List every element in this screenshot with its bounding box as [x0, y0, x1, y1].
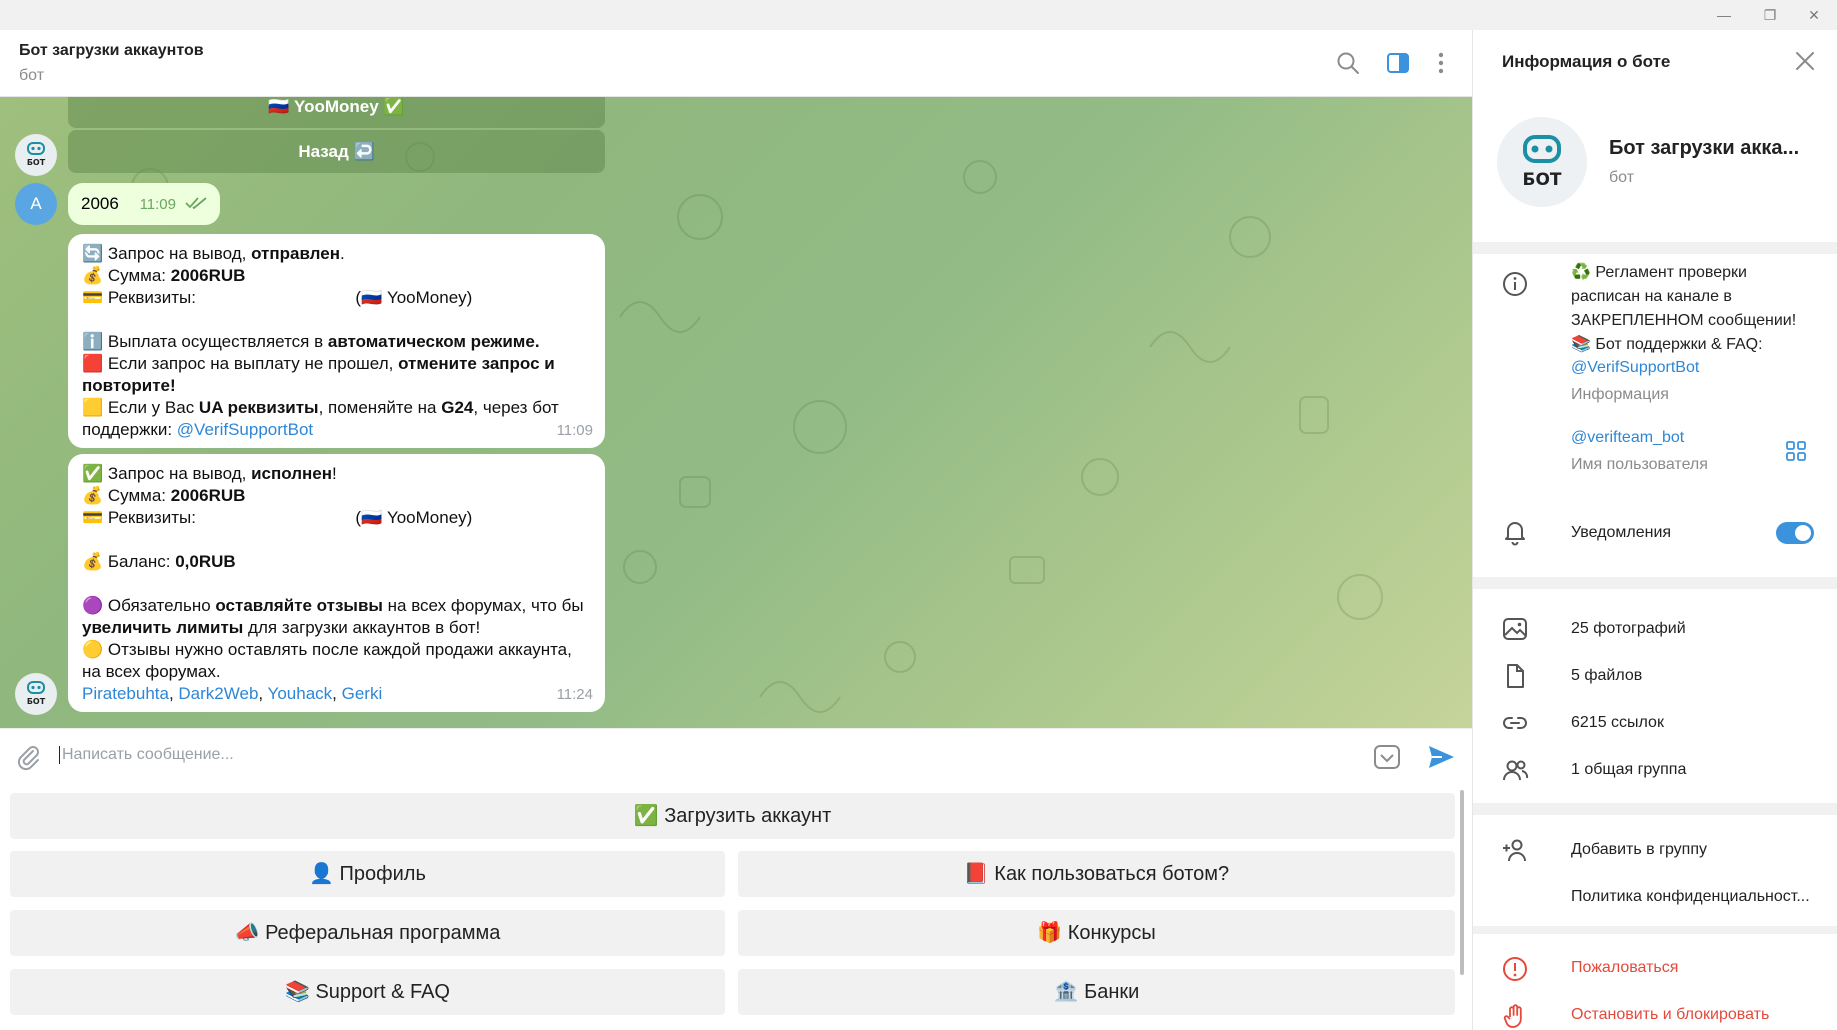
how-to-use-button[interactable]: 📕 Как пользоваться ботом?	[738, 851, 1455, 897]
photo-icon	[1503, 618, 1527, 640]
minimize-button[interactable]: —	[1701, 0, 1747, 30]
file-icon	[1507, 664, 1524, 688]
forum-link[interactable]: Dark2Web	[178, 684, 258, 703]
add-to-group-button[interactable]: Добавить в группу	[1571, 838, 1707, 862]
msg1-line6: 🟨 Если у Вас UA реквизиты, поменяйте на …	[82, 398, 559, 439]
bot-about: ♻️ Регламент проверки расписан на канале…	[1571, 264, 1797, 353]
close-icon[interactable]	[1792, 48, 1818, 74]
reply-keyboard: ✅ Загрузить аккаунт 👤 Профиль 📕 Как поль…	[0, 783, 1472, 1030]
chat-status: бот	[19, 67, 45, 84]
outgoing-message[interactable]: 2006 11:09	[68, 183, 220, 225]
banks-button[interactable]: 🏦 Банки	[738, 969, 1455, 1015]
msg2-line6: 🟡 Отзывы нужно оставлять после каждой пр…	[82, 640, 572, 681]
bot-robot-icon: БОТ	[27, 142, 46, 167]
add-user-icon	[1503, 839, 1526, 862]
forum-link[interactable]: Youhack	[268, 684, 333, 703]
username-caption: Имя пользователя	[1571, 456, 1708, 473]
upload-account-button[interactable]: ✅ Загрузить аккаунт	[10, 793, 1455, 839]
privacy-policy-link[interactable]: Политика конфиденциальност...	[1571, 885, 1810, 909]
chat-area[interactable]: 🇷🇺 YooMoney ✅ Назад ↩️ БОТ A 2006 11:09 …	[0, 97, 1472, 728]
msg1-line1: 🔄 Запрос на вывод, отправлен.	[82, 244, 345, 263]
support-bot-link[interactable]: @VerifSupportBot	[1571, 359, 1699, 377]
link-icon	[1503, 717, 1527, 729]
bot-profile-avatar[interactable]: БОТ	[1497, 117, 1587, 207]
bell-icon	[1505, 522, 1525, 546]
info-caption: Информация	[1571, 386, 1669, 403]
send-icon[interactable]	[1426, 742, 1456, 772]
contests-button[interactable]: 🎁 Конкурсы	[738, 910, 1455, 956]
bot-message-withdraw-done[interactable]: ✅ Запрос на вывод, исполнен! 💰 Сумма: 20…	[68, 454, 605, 712]
msg2-line5: 🟣 Обязательно оставляйте отзывы на всех …	[82, 596, 584, 637]
message-composer[interactable]: Написать сообщение...	[0, 728, 1472, 783]
msg2-time: 11:24	[556, 686, 593, 703]
forum-link[interactable]: Piratebuhta	[82, 684, 169, 703]
maximize-button[interactable]: ❐	[1747, 0, 1793, 30]
sidebar-toggle-icon[interactable]	[1385, 50, 1411, 76]
media-links[interactable]: 6215 ссылок	[1571, 711, 1664, 735]
notifications-toggle[interactable]	[1776, 522, 1814, 544]
msg1-line4: ℹ️ Выплата осуществляется в автоматическ…	[82, 332, 540, 351]
bot-info-panel: Информация о боте БОТ Бот загрузки акка.…	[1472, 30, 1837, 1030]
msg1-line2: 💰 Сумма: 2006RUB	[82, 266, 246, 285]
bot-avatar[interactable]: БОТ	[15, 673, 57, 715]
chat-title: Бот загрузки аккаунтов	[19, 42, 204, 59]
media-groups[interactable]: 1 общая группа	[1571, 758, 1686, 782]
report-icon	[1503, 957, 1527, 981]
stop-hand-icon	[1503, 1004, 1522, 1028]
inline-button-back[interactable]: Назад ↩️	[68, 130, 605, 173]
msg2-line3: 💳 Реквизиты: (🇷🇺 YooMoney)	[82, 508, 473, 528]
qr-code-icon[interactable]	[1785, 440, 1807, 462]
separator	[1473, 803, 1837, 815]
support-faq-button[interactable]: 📚 Support & FAQ	[10, 969, 725, 1015]
svg-text:БОТ: БОТ	[27, 697, 46, 706]
svg-text:БОТ: БОТ	[27, 158, 46, 167]
chat-header[interactable]: Бот загрузки аккаунтов бот	[0, 30, 1472, 97]
bot-message-withdraw-sent[interactable]: 🔄 Запрос на вывод, отправлен. 💰 Сумма: 2…	[68, 234, 605, 448]
group-icon	[1503, 760, 1529, 781]
separator	[1473, 577, 1837, 589]
search-icon[interactable]	[1335, 50, 1361, 76]
msg2-line2: 💰 Сумма: 2006RUB	[82, 486, 246, 505]
user-avatar[interactable]: A	[15, 183, 57, 225]
bot-robot-icon: БОТ	[1522, 135, 1562, 190]
bot-type: бот	[1609, 169, 1635, 186]
window-titlebar: — ❐ ✕	[0, 0, 1837, 30]
redacted-requisites	[200, 290, 351, 308]
msg1-line3: 💳 Реквизиты: (🇷🇺 YooMoney)	[82, 288, 473, 308]
redacted-requisites	[200, 510, 351, 528]
forum-links: Piratebuhta, Dark2Web, Youhack, Gerki	[82, 684, 383, 703]
notifications-label: Уведомления	[1571, 524, 1672, 541]
bot-robot-icon: БОТ	[27, 681, 46, 706]
outgoing-time: 11:09	[139, 196, 176, 213]
inline-button-yoomoney[interactable]: 🇷🇺 YooMoney ✅	[68, 97, 605, 128]
bot-keyboard-icon[interactable]	[1373, 743, 1401, 771]
report-button[interactable]: Пожаловаться	[1571, 959, 1678, 977]
referral-program-button[interactable]: 📣 Реферальная программа	[10, 910, 725, 956]
forum-link[interactable]: Gerki	[342, 684, 383, 703]
double-check-icon	[185, 197, 207, 210]
close-window-button[interactable]: ✕	[1791, 0, 1837, 30]
msg2-line1: ✅ Запрос на вывод, исполнен!	[82, 464, 337, 483]
panel-title: Информация о боте	[1502, 52, 1671, 71]
bot-name: Бот загрузки акка...	[1609, 137, 1800, 159]
svg-text:БОТ: БОТ	[1522, 170, 1561, 190]
profile-button[interactable]: 👤 Профиль	[10, 851, 725, 897]
support-bot-link[interactable]: @VerifSupportBot	[177, 420, 313, 439]
message-input[interactable]: Написать сообщение...	[59, 746, 234, 764]
separator	[1473, 242, 1837, 254]
msg2-line4: 💰 Баланс: 0,0RUB	[82, 552, 236, 571]
attach-icon[interactable]	[14, 743, 42, 771]
info-icon	[1503, 272, 1527, 296]
media-photos[interactable]: 25 фотографий	[1571, 617, 1686, 641]
msg1-line5: 🟥 Если запрос на выплату не прошел, отме…	[82, 354, 555, 395]
outgoing-text: 2006	[81, 194, 119, 213]
msg1-time: 11:09	[556, 422, 593, 439]
block-bot-button[interactable]: Остановить и блокировать	[1571, 1006, 1769, 1024]
keyboard-scrollbar[interactable]	[1460, 790, 1464, 975]
more-icon[interactable]	[1428, 50, 1454, 76]
separator	[1473, 926, 1837, 934]
media-files[interactable]: 5 файлов	[1571, 664, 1642, 688]
bot-avatar[interactable]: БОТ	[15, 134, 57, 176]
bot-username[interactable]: @verifteam_bot	[1571, 429, 1684, 447]
